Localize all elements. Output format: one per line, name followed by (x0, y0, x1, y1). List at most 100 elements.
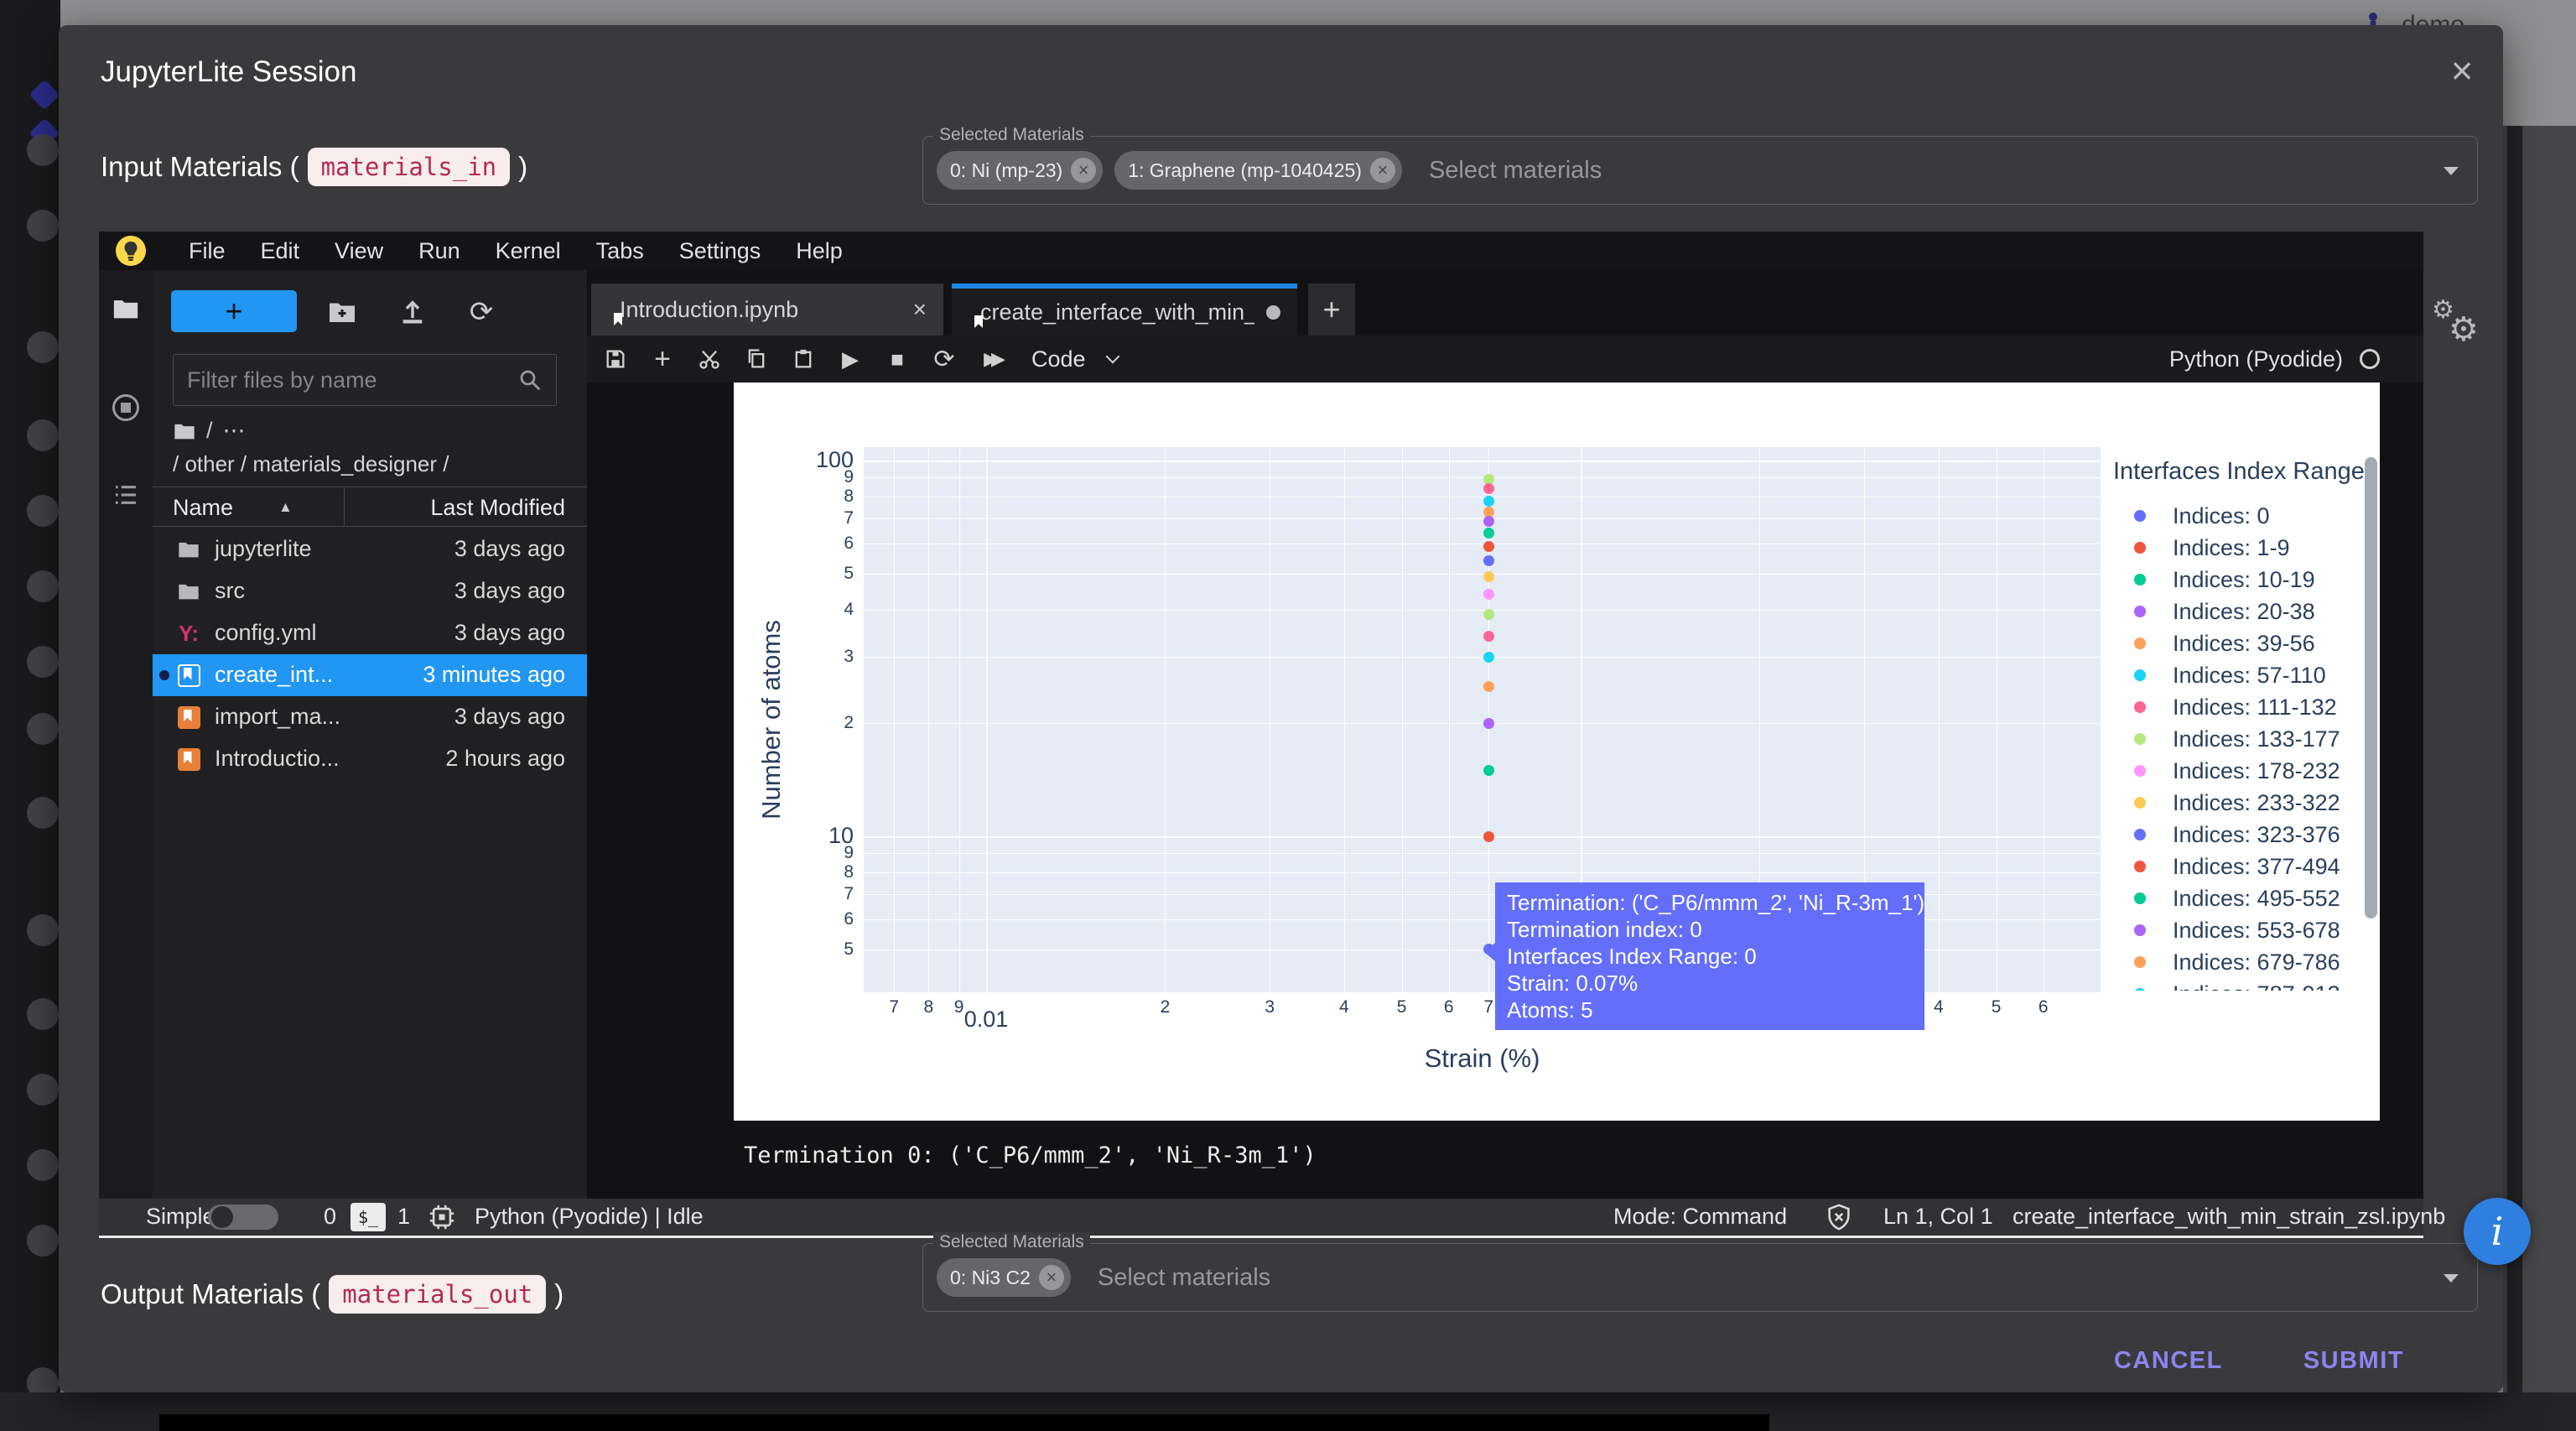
restart-run-all-icon[interactable]: ▶▶ (973, 341, 1010, 377)
data-point[interactable] (1483, 541, 1494, 552)
paste-cells-icon[interactable] (785, 341, 822, 377)
app-rail-icon[interactable] (27, 210, 59, 242)
app-rail-icon[interactable] (27, 797, 59, 829)
settings-gears-icon[interactable]: ⚙⚙ (2432, 295, 2485, 349)
chevron-down-icon[interactable] (2444, 167, 2459, 175)
insert-cell-icon[interactable]: + (644, 341, 681, 377)
stop-kernel-icon[interactable]: ■ (879, 341, 916, 377)
new-folder-icon[interactable] (325, 295, 359, 329)
info-button[interactable]: i (2464, 1198, 2531, 1265)
input-materials-select[interactable]: Selected Materials 0: Ni (mp-23)×1: Grap… (922, 136, 2478, 205)
input-select-placeholder[interactable]: Select materials (1429, 157, 1602, 185)
breadcrumb-root[interactable]: / (206, 418, 213, 444)
legend-item[interactable]: Indices: 0 (2126, 500, 2360, 532)
data-point[interactable] (1483, 496, 1494, 507)
menu-file[interactable]: File (171, 238, 243, 264)
output-materials-select[interactable]: Selected Materials 0: Ni3 C2×Select mate… (922, 1243, 2478, 1312)
table-of-contents-icon[interactable] (111, 480, 141, 510)
data-point[interactable] (1483, 609, 1494, 620)
app-rail-icon[interactable] (27, 419, 59, 451)
app-rail-icon[interactable] (27, 331, 59, 363)
legend-item[interactable]: Indices: 111-132 (2126, 691, 2360, 723)
kernel-status-text[interactable]: Python (Pyodide) | Idle (475, 1204, 704, 1230)
legend-item[interactable]: Indices: 377-494 (2126, 851, 2360, 882)
home-folder-icon[interactable] (173, 419, 196, 443)
menu-run[interactable]: Run (401, 238, 478, 264)
legend-item[interactable]: Indices: 20-38 (2126, 596, 2360, 627)
app-rail-icon[interactable] (27, 713, 59, 745)
chevron-down-icon[interactable] (2444, 1274, 2459, 1283)
cut-cells-icon[interactable] (691, 341, 728, 377)
close-icon[interactable]: × (913, 296, 927, 323)
data-point[interactable] (1483, 528, 1494, 539)
running-sessions-icon[interactable] (111, 393, 141, 423)
data-point[interactable] (1483, 681, 1494, 692)
file-row[interactable]: Y:config.yml3 days ago (153, 612, 587, 654)
breadcrumb-ellipsis[interactable]: ⋯ (223, 418, 246, 444)
app-rail-icon[interactable] (27, 134, 59, 166)
upload-icon[interactable] (396, 295, 429, 329)
app-rail-icon[interactable] (27, 1074, 59, 1106)
kernel-selector[interactable]: Python (Pyodide) (2169, 336, 2380, 382)
tab-introduction[interactable]: Introduction.ipynb× (591, 284, 943, 336)
scrollbar-thumb[interactable] (2365, 457, 2377, 918)
data-point[interactable] (1483, 589, 1494, 600)
app-rail-icon[interactable] (27, 495, 59, 527)
legend-item[interactable]: Indices: 553-678 (2126, 914, 2360, 946)
filter-files-input[interactable] (187, 367, 517, 393)
column-name[interactable]: Name (173, 495, 233, 521)
data-point[interactable] (1483, 516, 1494, 527)
data-point[interactable] (1483, 631, 1494, 642)
terminals-count[interactable]: 0 (324, 1204, 336, 1230)
app-rail-icon[interactable] (27, 1149, 59, 1181)
copy-cells-icon[interactable] (738, 341, 775, 377)
breadcrumb-path[interactable]: / other / materials_designer / (173, 451, 449, 477)
legend-item[interactable]: Indices: 39-56 (2126, 627, 2360, 659)
submit-button[interactable]: SUBMIT (2303, 1347, 2404, 1375)
save-icon[interactable] (597, 341, 634, 377)
chip-remove-icon[interactable]: × (1370, 158, 1395, 183)
refresh-icon[interactable]: ⟳ (465, 295, 498, 329)
data-point[interactable] (1483, 571, 1494, 582)
file-row[interactable]: src3 days ago (153, 570, 587, 612)
app-rail-icon[interactable] (27, 1225, 59, 1257)
run-cell-icon[interactable]: ▶ (832, 341, 869, 377)
chip-remove-icon[interactable]: × (1071, 158, 1096, 183)
file-browser-icon[interactable] (111, 294, 141, 324)
simple-mode-toggle[interactable] (208, 1205, 278, 1230)
menu-help[interactable]: Help (778, 238, 860, 264)
material-chip[interactable]: 0: Ni (mp-23)× (937, 151, 1103, 190)
kernels-count[interactable]: 1 (397, 1204, 410, 1230)
legend-item[interactable]: Indices: 495-552 (2126, 882, 2360, 914)
close-icon[interactable]: × (2442, 50, 2482, 91)
data-point[interactable] (1483, 718, 1494, 729)
material-chip[interactable]: 0: Ni3 C2× (937, 1258, 1071, 1297)
column-last-modified[interactable]: Last Modified (430, 495, 565, 521)
app-rail-icon[interactable] (27, 914, 59, 946)
menu-edit[interactable]: Edit (243, 238, 318, 264)
data-point[interactable] (1483, 555, 1494, 566)
file-row[interactable]: create_int...3 minutes ago (153, 654, 587, 696)
legend-item[interactable]: Indices: 133-177 (2126, 723, 2360, 755)
cursor-position[interactable]: Ln 1, Col 1 (1883, 1204, 1993, 1230)
app-rail-icon[interactable] (27, 570, 59, 602)
legend-item[interactable]: Indices: 233-322 (2126, 787, 2360, 819)
legend-item[interactable]: Indices: 787-913 (2126, 978, 2360, 991)
tab-create-interface[interactable]: create_interface_with_min_ (952, 284, 1297, 336)
chip-remove-icon[interactable]: × (1039, 1265, 1064, 1290)
file-row[interactable]: Introductio...2 hours ago (153, 738, 587, 780)
menu-settings[interactable]: Settings (662, 238, 779, 264)
legend-item[interactable]: Indices: 178-232 (2126, 755, 2360, 787)
data-point[interactable] (1483, 831, 1494, 842)
legend-item[interactable]: Indices: 323-376 (2126, 819, 2360, 851)
menu-view[interactable]: View (317, 238, 401, 264)
material-chip[interactable]: 1: Graphene (mp-1040425)× (1114, 151, 1402, 190)
data-point[interactable] (1483, 652, 1494, 663)
cancel-button[interactable]: CANCEL (2114, 1347, 2223, 1375)
legend-item[interactable]: Indices: 1-9 (2126, 532, 2360, 564)
file-row[interactable]: import_ma...3 days ago (153, 696, 587, 738)
menu-tabs[interactable]: Tabs (579, 238, 662, 264)
breadcrumb[interactable]: / ⋯ (173, 418, 246, 444)
new-launcher-button[interactable]: + (171, 290, 297, 332)
new-tab-icon[interactable]: + (1308, 284, 1355, 336)
